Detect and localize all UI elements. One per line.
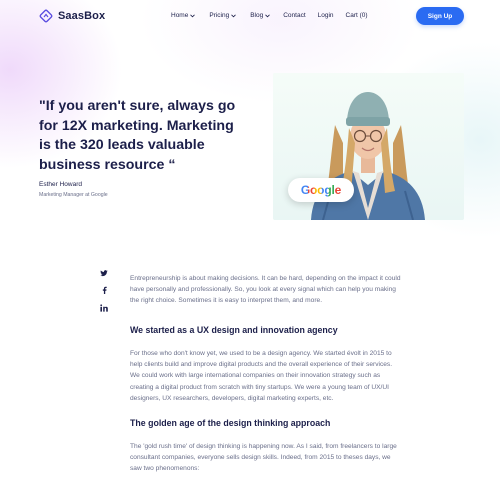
section-heading: We started as a UX design and innovation… — [130, 325, 338, 335]
facebook-icon[interactable] — [99, 285, 109, 295]
nav-item-label: Login — [317, 12, 334, 19]
nav-item-blog[interactable]: Blog — [250, 12, 271, 19]
chevron-down-icon — [190, 14, 196, 17]
nav-item-label: Cart (0) — [345, 12, 368, 19]
nav-item-label: Blog — [250, 12, 264, 19]
top-navbar: SaasBox Home Pricing Blog Contact Login … — [0, 0, 500, 34]
brand-logo[interactable]: SaasBox — [39, 9, 105, 23]
chevron-down-icon — [231, 14, 237, 17]
twitter-icon[interactable] — [99, 268, 109, 278]
section-heading: The golden age of the design thinking ap… — [130, 418, 331, 428]
nav-item-pricing[interactable]: Pricing — [209, 12, 237, 19]
section-paragraph: The 'gold rush time' of design thinking … — [130, 443, 397, 473]
author-name: Esther Howard — [39, 181, 82, 188]
brand-name: SaasBox — [58, 10, 106, 22]
google-logo-badge: Google — [288, 178, 354, 202]
nav-item-login[interactable]: Login — [318, 12, 334, 19]
linkedin-icon[interactable] — [99, 303, 109, 313]
nav-item-label: Pricing — [209, 12, 230, 19]
nav-item-contact[interactable]: Contact — [283, 12, 305, 19]
article-intro-paragraph: Entrepreneurship is about making decisio… — [130, 275, 401, 305]
author-role: Marketing Manager at Google — [39, 192, 108, 198]
section-paragraph: For those who don't know yet, we used to… — [130, 350, 393, 402]
logo-icon — [39, 9, 53, 23]
nav-menu: Home Pricing Blog Contact Login Cart (0) — [171, 12, 368, 19]
signup-button[interactable]: Sign Up — [416, 7, 464, 25]
chevron-down-icon — [265, 14, 271, 17]
nav-item-home[interactable]: Home — [171, 12, 196, 19]
testimonial-quote: "If you aren't sure, always go for 12X m… — [39, 98, 236, 173]
nav-item-label: Home — [171, 12, 189, 19]
nav-item-label: Contact — [283, 12, 306, 19]
google-wordmark: Google — [300, 183, 342, 197]
nav-item-cart[interactable]: Cart (0) — [346, 12, 368, 19]
